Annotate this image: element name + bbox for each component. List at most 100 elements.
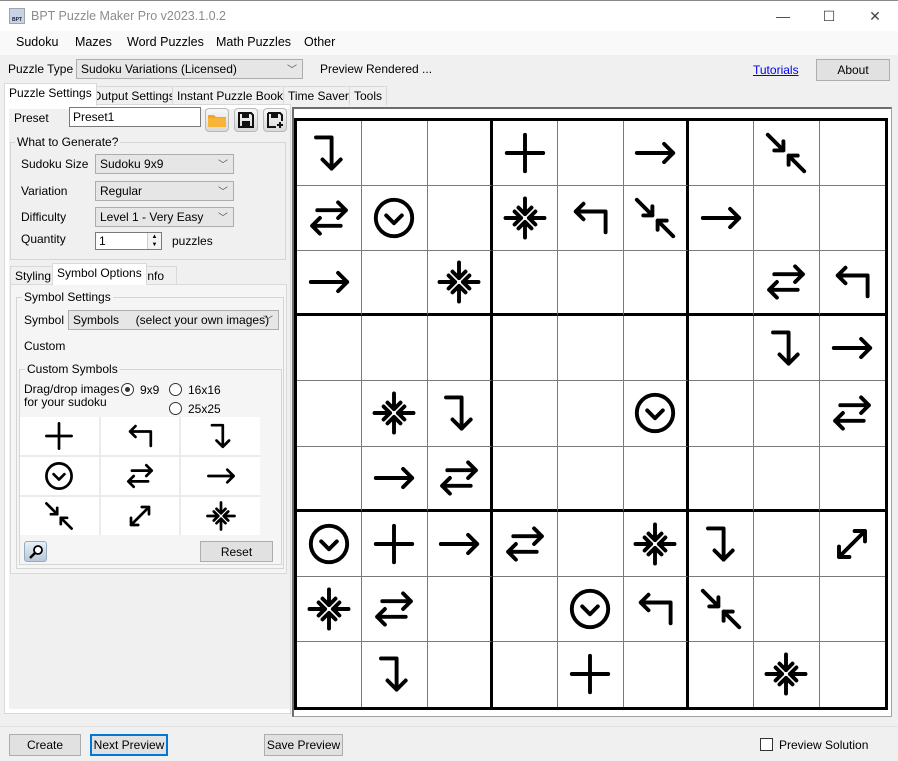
stepper-up-icon[interactable]: ▲ xyxy=(148,233,161,241)
preview-solution-checkbox[interactable] xyxy=(760,738,773,751)
grid-cell xyxy=(297,316,363,382)
turn-down-icon xyxy=(314,135,343,171)
variation-select[interactable]: Regular ﹀ xyxy=(95,181,234,201)
grid-cell xyxy=(362,186,428,252)
grid-cell xyxy=(623,251,689,317)
turn-down-icon xyxy=(771,330,801,366)
menu-math-puzzles[interactable]: Math Puzzles xyxy=(216,35,291,49)
open-preset-button[interactable] xyxy=(205,108,229,132)
title-bar: BPT BPT Puzzle Maker Pro v2023.1.0.2 — ☐… xyxy=(0,0,898,31)
tab-time-saver[interactable]: Time Saver xyxy=(283,86,354,105)
tab-output-settings[interactable]: Output Settings xyxy=(87,86,180,105)
palette-cell[interactable] xyxy=(20,497,99,535)
grid-cell xyxy=(427,316,493,382)
palette-cell[interactable] xyxy=(181,457,260,495)
palette-cell[interactable] xyxy=(181,497,260,535)
grid-cell xyxy=(689,316,755,382)
grid-cell xyxy=(362,121,428,187)
swap-icon xyxy=(126,463,154,489)
grid-cell xyxy=(493,446,559,512)
maximize-button[interactable]: ☐ xyxy=(806,1,852,31)
grid-cell xyxy=(297,641,363,707)
minimize-button[interactable]: — xyxy=(760,1,806,31)
grid-cell xyxy=(754,511,820,577)
tab-styling[interactable]: Styling xyxy=(10,266,57,285)
compress-diagonal-icon xyxy=(45,502,74,530)
sudoku-size-value: Sudoku 9x9 xyxy=(100,157,164,171)
swap-icon xyxy=(767,264,806,300)
tab-puzzle-settings[interactable]: Puzzle Settings xyxy=(4,83,97,106)
open-folder-icon xyxy=(208,115,226,127)
menu-word-puzzles[interactable]: Word Puzzles xyxy=(127,35,204,49)
circle-chevron-icon xyxy=(45,462,74,490)
tab-instant-puzzle-books[interactable]: Instant Puzzle Books xyxy=(172,86,295,105)
size-16x16-radio[interactable] xyxy=(169,383,182,396)
grid-cell xyxy=(624,641,689,707)
preset-input[interactable] xyxy=(69,107,201,127)
menu-sudoku[interactable]: Sudoku xyxy=(16,35,58,49)
grid-cell xyxy=(493,576,559,642)
size-25x25-radio[interactable] xyxy=(169,402,182,415)
plus-icon xyxy=(374,523,415,564)
grid-cell xyxy=(558,186,624,252)
palette-cell[interactable] xyxy=(100,417,180,455)
palette-cell[interactable] xyxy=(20,417,99,455)
grid-cell xyxy=(427,121,493,187)
grid-cell xyxy=(297,576,363,642)
grid-cell xyxy=(493,186,559,252)
palette-cell[interactable] xyxy=(20,457,99,495)
palette-cell[interactable] xyxy=(100,457,180,495)
turn-down-icon xyxy=(379,656,409,692)
reset-button[interactable]: Reset xyxy=(200,541,273,562)
save-preset-as-button[interactable] xyxy=(263,108,287,132)
expand-diagonal-icon xyxy=(129,505,151,527)
create-button[interactable]: Create xyxy=(9,734,81,756)
size-25x25-label: 25x25 xyxy=(188,402,221,416)
sudoku-size-label: Sudoku Size xyxy=(21,157,89,171)
difficulty-select[interactable]: Level 1 - Very Easy ﹀ xyxy=(95,207,234,227)
zoom-button[interactable] xyxy=(24,541,47,562)
save-preview-button[interactable]: Save Preview xyxy=(264,734,343,756)
size-9x9-radio[interactable] xyxy=(121,383,134,396)
grid-cell xyxy=(297,121,363,187)
tab-tools[interactable]: Tools xyxy=(349,86,388,105)
compress-all-icon xyxy=(373,392,416,435)
turn-down-icon xyxy=(210,423,231,449)
grid-cell xyxy=(819,186,885,252)
menu-mazes[interactable]: Mazes xyxy=(75,35,112,49)
grid-cell xyxy=(493,251,559,317)
palette-cell[interactable] xyxy=(100,497,180,535)
quantity-stepper[interactable]: ▲ ▼ xyxy=(147,233,161,249)
grid-cell xyxy=(689,511,755,577)
swap-icon xyxy=(310,200,349,236)
grid-cell xyxy=(819,251,885,317)
preview-solution-label: Preview Solution xyxy=(779,738,869,752)
palette-cell[interactable] xyxy=(181,417,260,455)
chevron-down-icon: ﹀ xyxy=(287,65,297,76)
generate-group-title: What to Generate? xyxy=(15,135,121,149)
grid-cell xyxy=(623,121,689,187)
grid-cell xyxy=(427,511,493,577)
menu-other[interactable]: Other xyxy=(304,35,335,49)
next-preview-button[interactable]: Next Preview xyxy=(90,734,168,756)
grid-cell xyxy=(819,381,885,447)
turn-left-icon xyxy=(638,592,673,626)
tab-symbol-options[interactable]: Symbol Options xyxy=(52,263,147,285)
grid-cell xyxy=(493,121,559,187)
puzzle-type-select[interactable]: Sudoku Variations (Licensed) ﹀ xyxy=(76,59,303,79)
save-preset-button[interactable] xyxy=(234,108,258,132)
symbol-select[interactable]: Symbols (select your own images) ﹀ xyxy=(68,310,279,330)
grid-cell xyxy=(297,186,363,252)
sudoku-size-select[interactable]: Sudoku 9x9 ﹀ xyxy=(95,154,234,174)
grid-cell xyxy=(689,446,755,512)
footer-separator xyxy=(0,726,898,727)
custom-label: Custom xyxy=(24,339,66,353)
grid-cell xyxy=(558,251,624,317)
save-icon xyxy=(238,112,254,128)
tutorials-link[interactable]: Tutorials xyxy=(753,63,799,77)
stepper-down-icon[interactable]: ▼ xyxy=(148,241,161,249)
grid-cell xyxy=(754,186,820,252)
grid-cell xyxy=(623,511,689,577)
about-button[interactable]: About xyxy=(816,59,890,81)
close-button[interactable]: ✕ xyxy=(852,1,898,31)
